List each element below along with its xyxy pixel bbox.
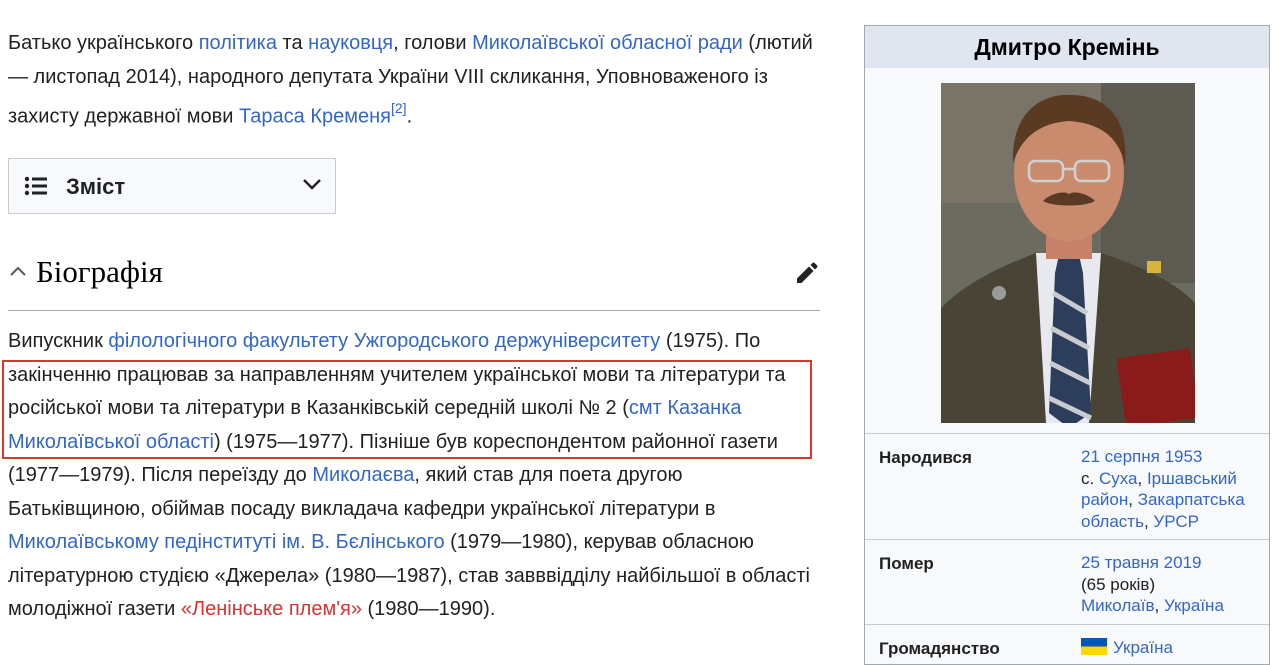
bio-text: Випускник (8, 330, 109, 352)
section-heading-biography: Біографія (8, 252, 820, 311)
link-birth-date[interactable]: 21 серпня 1953 (1081, 447, 1202, 466)
infobox-title: Дмитро Кремінь (865, 26, 1269, 68)
born-value: 21 серпня 1953 с. Суха, Іршавський район,… (1081, 446, 1267, 532)
separator: , (1137, 468, 1147, 488)
separator: , (1143, 511, 1154, 531)
link-scientist[interactable]: науковця (308, 32, 393, 54)
reference-link[interactable]: [2] (391, 100, 407, 116)
died-label: Помер (879, 554, 934, 573)
list-icon (24, 176, 47, 196)
link-taras-kremin[interactable]: Тараса Кременя (239, 106, 391, 128)
link-regional-council[interactable]: Миколаївської обласної ради (472, 32, 743, 54)
link-citizenship-ukraine[interactable]: Україна (1113, 638, 1173, 657)
toc-toggle[interactable]: Зміст (8, 158, 336, 214)
infobox-row-born: Народився 21 серпня 1953 с. Суха, Іршавсь… (865, 433, 1269, 540)
intro-text: Батько українського (8, 32, 199, 54)
section-title: Біографія (36, 254, 163, 289)
separator: , (1128, 490, 1138, 509)
link-ussr[interactable]: УРСР (1153, 512, 1199, 531)
separator: , (1154, 596, 1164, 615)
born-label: Народився (879, 448, 972, 467)
infobox-row-citizenship: Громадянство Україна (865, 624, 1269, 665)
chevron-down-icon[interactable] (302, 177, 322, 191)
link-faculty[interactable]: філологічного факультету Ужгородського д… (108, 330, 660, 352)
intro-text: . (406, 105, 413, 128)
link-pedagogical-institute[interactable]: Миколаївському педінституті ім. В. Бєлін… (8, 531, 445, 553)
intro-paragraph: Батько українського політика та науковця… (8, 27, 828, 134)
died-value: 25 травня 2019 (65 років) Миколаїв, Україн… (1081, 552, 1267, 617)
infobox-row-died: Помер 25 травня 2019 (65 років) Миколаїв, … (865, 539, 1269, 625)
ukraine-flag-icon (1081, 638, 1107, 655)
citizenship-label: Громадянство (879, 639, 1000, 658)
biography-paragraph: Випускник філологічного факультету Ужгор… (8, 325, 820, 627)
toc-label: Зміст (66, 174, 126, 199)
bio-text: (1980—1990). (361, 598, 496, 620)
chevron-up-icon[interactable] (8, 264, 28, 278)
link-death-date[interactable]: 25 травня 2019 (1081, 553, 1202, 572)
intro-text: , голови (393, 32, 473, 54)
infobox: Дмитро Кремінь Народився 21 серпня 1953 с… (864, 25, 1270, 665)
link-mykolaiv-city[interactable]: Миколаїв (1081, 596, 1155, 615)
link-ukraine[interactable]: Україна (1164, 596, 1224, 615)
pencil-icon[interactable] (794, 260, 820, 286)
village-prefix: с. (1081, 468, 1099, 488)
citizenship-value: Україна (1081, 637, 1267, 659)
portrait-photo[interactable] (941, 83, 1195, 423)
link-sukha[interactable]: Суха (1099, 469, 1138, 488)
link-mykolaiv[interactable]: Миколаєва (312, 464, 414, 486)
age-at-death: (65 років) (1081, 574, 1156, 594)
link-politic[interactable]: політика (199, 32, 277, 54)
intro-text: та (276, 32, 309, 54)
redlink-newspaper[interactable]: «Ленінське плем'я» (181, 598, 362, 620)
